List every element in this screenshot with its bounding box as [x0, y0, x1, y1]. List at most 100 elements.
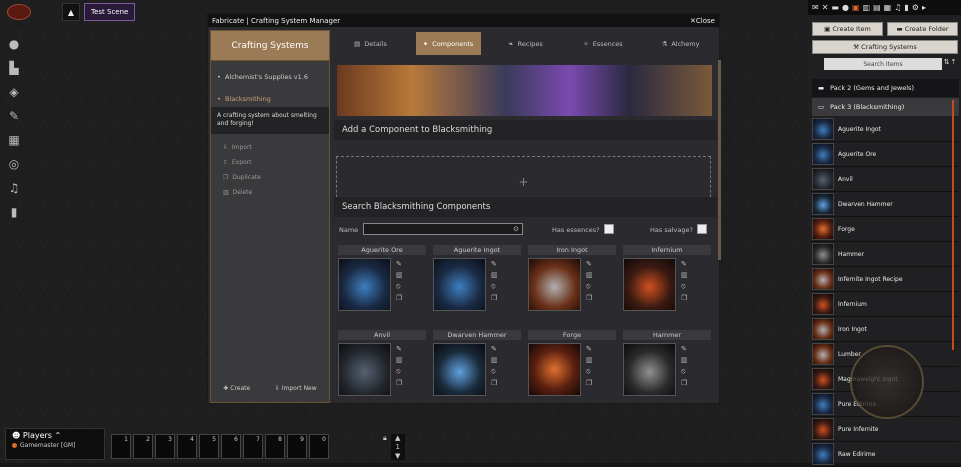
macro-slot[interactable]: 0 [309, 434, 329, 459]
macro-slot[interactable]: 9 [287, 434, 307, 459]
journal-icon[interactable]: ▥ [863, 3, 871, 12]
tiles-tool-icon[interactable]: ◈ [4, 83, 24, 101]
draw-tool-icon[interactable]: ✎ [4, 107, 24, 125]
window-header[interactable]: Fabricate | Crafting System Manager ✕Clo… [208, 14, 719, 27]
list-item[interactable]: Infernium [812, 292, 959, 317]
disable-icon[interactable]: ⦸ [586, 282, 593, 291]
copy-icon[interactable]: ❐ [681, 379, 688, 387]
trash-icon[interactable]: ▥ [491, 356, 498, 364]
trash-icon[interactable]: ▥ [681, 271, 688, 279]
folder-pack-3[interactable]: ▭ Pack 3 (Blacksmithing) [812, 98, 959, 116]
copy-icon[interactable]: ❐ [396, 379, 403, 387]
collapse-folders-icon[interactable]: ⤒ [952, 58, 955, 66]
trash-icon[interactable]: ▥ [396, 271, 403, 279]
trash-icon[interactable]: ▥ [586, 356, 593, 364]
search-icon[interactable]: ⊙ [513, 225, 519, 233]
list-item[interactable]: Raw Edirime [812, 442, 959, 467]
settings-icon[interactable]: ⚙ [912, 3, 919, 12]
chevron-up-icon[interactable]: ▲ [395, 434, 400, 442]
disable-icon[interactable]: ⦸ [586, 367, 593, 376]
chat-icon[interactable]: ✉ [812, 3, 819, 12]
create-system-button[interactable]: ✚ Create [223, 385, 250, 392]
folder-pack-2[interactable]: ▬ Pack 2 (Gems and Jewels) [812, 79, 959, 97]
close-button[interactable]: ✕Close [690, 17, 715, 25]
component-image[interactable] [433, 258, 486, 311]
trash-icon[interactable]: ▥ [491, 271, 498, 279]
measure-tool-icon[interactable]: ▙ [4, 59, 24, 77]
copy-icon[interactable]: ❐ [681, 294, 688, 302]
component-image[interactable] [528, 343, 581, 396]
sidebar-scrollbar[interactable] [952, 100, 954, 350]
macro-slot[interactable]: 2 [133, 434, 153, 459]
macro-slot[interactable]: 5 [199, 434, 219, 459]
list-item[interactable]: Pure Infernite [812, 417, 959, 442]
players-panel[interactable]: ☻ Players ⌃ Gamemaster [GM] [5, 428, 105, 460]
list-item[interactable]: Forge [812, 217, 959, 242]
disable-icon[interactable]: ⦸ [681, 367, 688, 376]
scene-tab[interactable]: Test Scene [84, 3, 136, 21]
copy-icon[interactable]: ❐ [491, 294, 498, 302]
walls-tool-icon[interactable]: ▦ [4, 131, 24, 149]
has-essences-checkbox[interactable] [604, 224, 614, 234]
list-item[interactable]: Aguerite Ore [812, 142, 959, 167]
list-item[interactable]: Dwarven Hammer [812, 192, 959, 217]
trash-icon[interactable]: ▥ [586, 271, 593, 279]
crafting-systems-button[interactable]: ⚒ Crafting Systems [812, 40, 958, 54]
component-image[interactable] [433, 343, 486, 396]
tables-icon[interactable]: ▤ [873, 3, 881, 12]
macro-slot[interactable]: 3 [155, 434, 175, 459]
collapse-icon[interactable]: ▸ [922, 3, 926, 12]
copy-icon[interactable]: ❐ [396, 294, 403, 302]
name-search-input[interactable]: ⊙ [363, 223, 523, 235]
trash-icon[interactable]: ▥ [396, 356, 403, 364]
macro-slot[interactable]: 4 [177, 434, 197, 459]
component-image[interactable] [623, 258, 676, 311]
hotbar-page[interactable]: ▲ 1 ▼ [390, 434, 405, 460]
tab-recipes[interactable]: ❧ Recipes [493, 32, 558, 55]
list-item[interactable]: Aguerite Ingot [812, 117, 959, 142]
lighting-tool-icon[interactable]: ◎ [4, 155, 24, 173]
trash-icon[interactable]: ▥ [681, 356, 688, 364]
component-image[interactable] [338, 343, 391, 396]
import-new-button[interactable]: ⇩ Import New [275, 385, 317, 392]
list-item[interactable]: Iron Ingot [812, 317, 959, 342]
tab-essences[interactable]: ✧ Essences [571, 32, 636, 55]
duplicate-action[interactable]: ❐ Duplicate [211, 170, 329, 185]
component-image[interactable] [338, 258, 391, 311]
cards-icon[interactable]: ▦ [884, 3, 892, 12]
macro-slot[interactable]: 6 [221, 434, 241, 459]
edit-icon[interactable]: ✎ [491, 260, 498, 268]
compendium-icon[interactable]: ▮ [904, 3, 908, 12]
content-scrollbar[interactable] [718, 60, 721, 260]
import-action[interactable]: ⇩ Import [211, 140, 329, 155]
component-image[interactable] [623, 343, 676, 396]
scenes-icon[interactable]: ▬ [831, 3, 839, 12]
has-salvage-checkbox[interactable] [697, 224, 707, 234]
edit-icon[interactable]: ✎ [586, 345, 593, 353]
sort-icon[interactable]: ⇅ [944, 58, 950, 66]
tab-components[interactable]: ✦ Components [415, 32, 481, 55]
items-icon[interactable]: ▣ [852, 3, 860, 12]
sound-tool-icon[interactable]: ♫ [4, 179, 24, 197]
macro-slot[interactable]: 1 [111, 434, 131, 459]
copy-icon[interactable]: ❐ [586, 379, 593, 387]
list-item[interactable]: Infernite Ingot Recipe [812, 267, 959, 292]
notes-tool-icon[interactable]: ▮ [4, 203, 24, 221]
lock-icon[interactable]: 🔒︎ [383, 434, 387, 460]
list-item[interactable]: Hammer [812, 242, 959, 267]
token-tool-icon[interactable]: ● [4, 35, 24, 53]
export-action[interactable]: ⇧ Export [211, 155, 329, 170]
items-search-input[interactable]: Search Items [824, 58, 942, 70]
disable-icon[interactable]: ⦸ [396, 367, 403, 376]
combat-icon[interactable]: ✕ [822, 3, 829, 12]
copy-icon[interactable]: ❐ [586, 294, 593, 302]
edit-icon[interactable]: ✎ [681, 260, 688, 268]
list-item[interactable]: Anvil [812, 167, 959, 192]
tab-alchemy[interactable]: ⚗ Alchemy [648, 32, 713, 55]
component-image[interactable] [528, 258, 581, 311]
foundry-logo[interactable] [7, 4, 31, 20]
tab-details[interactable]: ▤ Details [338, 32, 403, 55]
macro-slot[interactable]: 8 [265, 434, 285, 459]
delete-action[interactable]: ▥ Delete [211, 185, 329, 200]
edit-icon[interactable]: ✎ [396, 260, 403, 268]
